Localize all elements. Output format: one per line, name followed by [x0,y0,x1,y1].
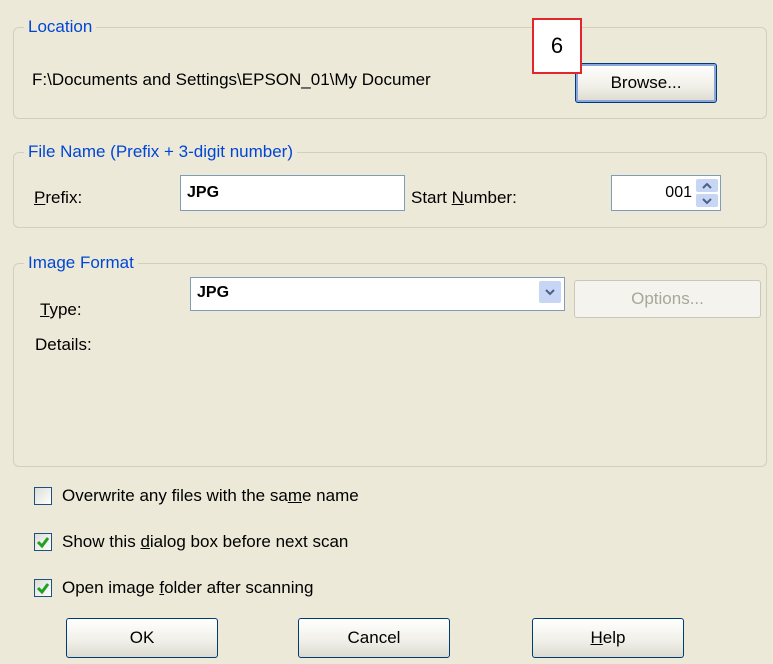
cancel-button[interactable]: Cancel [298,618,450,658]
overwrite-label: Overwrite any files with the same name [62,486,359,505]
show-dialog-checkbox[interactable] [34,533,52,551]
file-name-legend: File Name (Prefix + 3-digit number) [24,141,298,163]
details-label: Details: [35,335,92,354]
type-select-value: JPG [197,284,230,301]
image-format-legend: Image Format [24,252,138,274]
location-group: Location F:\Documents and Settings\EPSON… [13,16,767,119]
chevron-down-icon[interactable] [539,281,561,303]
prefix-input[interactable]: JPG [180,175,405,211]
prefix-label: Prefix: [34,188,83,207]
location-legend: Location [24,16,97,38]
ok-button-label: OK [129,628,155,647]
options-button-label: Options... [631,289,704,308]
open-folder-label: Open image folder after scanning [62,578,314,597]
help-button-label: Help [590,628,626,647]
browse-button-label: Browse... [610,73,682,92]
open-folder-checkbox[interactable] [34,579,52,597]
location-path: F:\Documents and Settings\EPSON_01\My Do… [32,70,431,89]
start-number-value: 001 [665,184,692,201]
type-label: Type: [40,300,82,319]
step-annotation: 6 [532,18,582,74]
file-name-group: File Name (Prefix + 3-digit number) Pref… [13,141,767,228]
checkmark-icon [36,537,50,549]
cancel-button-label: Cancel [347,628,401,647]
options-button[interactable]: Options... [574,280,761,318]
start-number-label: Start Number: [411,188,517,207]
spin-down-icon[interactable] [696,194,718,207]
spin-up-icon[interactable] [696,179,718,192]
checkmark-icon [36,583,50,595]
type-select[interactable]: JPG [190,277,565,311]
browse-button[interactable]: Browse... [575,63,717,103]
step-annotation-label: 6 [550,33,564,58]
overwrite-checkbox[interactable] [34,487,52,505]
spin-buttons[interactable] [696,179,718,207]
help-button[interactable]: Help [532,618,684,658]
start-number-stepper[interactable]: 001 [611,175,721,211]
image-format-group: Image Format Type: JPG Options... Detail… [13,252,767,467]
show-dialog-label: Show this dialog box before next scan [62,532,349,551]
ok-button[interactable]: OK [66,618,218,658]
